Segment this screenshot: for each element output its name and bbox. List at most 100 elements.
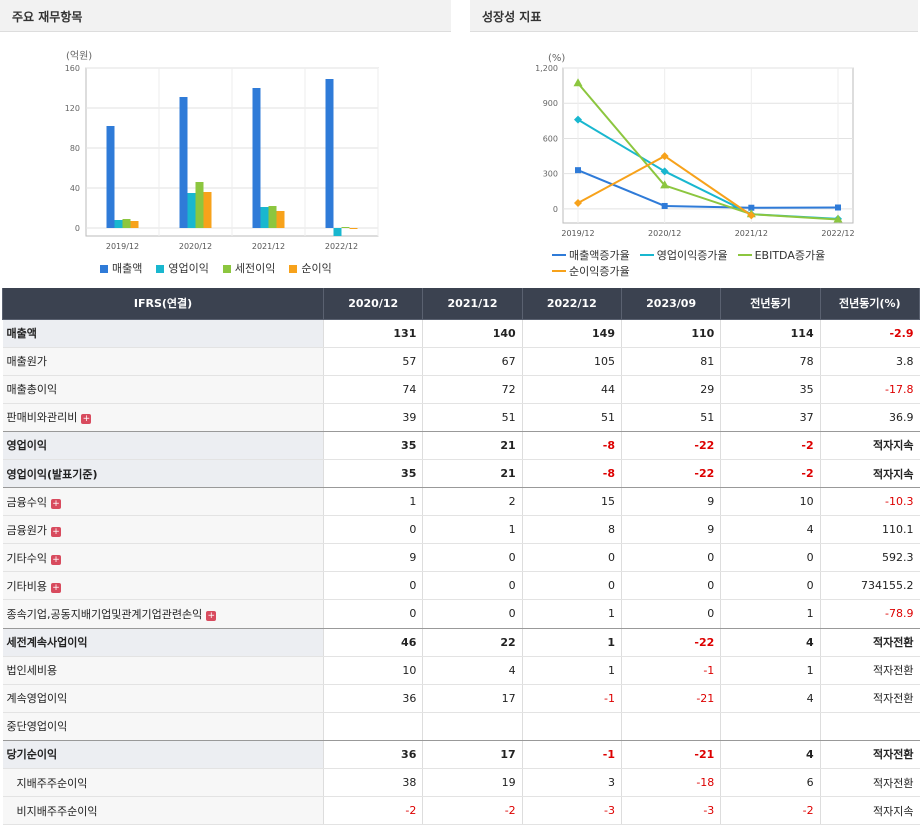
table-cell: 4 xyxy=(720,684,821,713)
table-cell: -1 xyxy=(521,740,622,770)
table-row: 기타비용 +0 0 0 0 0 734155.2 xyxy=(2,571,920,601)
bar-chart-legend: 매출액 영업이익 세전이익 순이익 xyxy=(100,260,346,276)
legend-swatch xyxy=(156,265,165,273)
table-cell: 0 xyxy=(620,599,721,629)
legend-label: 세전이익 xyxy=(234,262,276,275)
table-cell: -17.8 xyxy=(819,375,920,404)
table-cell: 4 xyxy=(720,515,821,545)
row-label-text: 법인세비용 xyxy=(6,664,58,678)
row-label: 매출총이익 xyxy=(2,375,324,404)
row-label-text: 금융수익 xyxy=(6,495,47,509)
table-row: 기타수익 +9 0 0 0 0 592.3 xyxy=(2,543,920,573)
table-cell: 적자전환 xyxy=(819,656,920,685)
legend-item: EBITDA증가율 xyxy=(737,247,825,263)
bar xyxy=(341,227,350,228)
table-cell: 1 xyxy=(521,628,622,657)
table-cell: 110 xyxy=(620,319,721,348)
table-row: 금융수익 +1 2 15 9 10 -10.3 xyxy=(2,487,920,517)
bar xyxy=(195,182,204,228)
expand-plus-icon[interactable]: + xyxy=(81,414,92,425)
legend-label: 영업이익증가율 xyxy=(656,249,728,262)
table-row: 판매비와관리비 +39 51 51 51 37 36.9 xyxy=(2,403,920,432)
table-cell: -18 xyxy=(620,768,721,798)
table-cell: -21 xyxy=(620,684,721,713)
table-cell: 적자전환 xyxy=(819,768,920,798)
legend-swatch xyxy=(639,254,654,256)
expand-plus-icon[interactable]: + xyxy=(50,526,61,537)
row-label-text: 매출액 xyxy=(6,327,37,341)
x-tick-label: 2020/12 xyxy=(648,229,681,238)
table-cell: 149 xyxy=(521,319,622,348)
column-header: 2022/12 xyxy=(521,288,622,320)
table-row: 영업이익 35 21 -8 -22 -2 적자지속 xyxy=(2,431,920,460)
line-chart-legend: 매출액증가율 영업이익증가율 EBITDA증가율순이익증가율 xyxy=(552,247,842,279)
table-cell: 29 xyxy=(620,375,721,404)
table-cell: 17 xyxy=(422,740,523,770)
row-label: 기타비용 + xyxy=(2,571,324,601)
table-cell: 78 xyxy=(720,347,821,376)
row-label-text: 매출총이익 xyxy=(6,383,58,397)
table-cell: -22 xyxy=(620,431,721,460)
legend-item: 매출액 xyxy=(100,260,142,276)
table-cell: 1 xyxy=(720,656,821,685)
bar xyxy=(268,206,277,228)
table-row: 종속기업,공동지배기업및관계기업관련손익 +0 0 1 0 1 -78.9 xyxy=(2,599,920,629)
legend-item: 매출액증가율 xyxy=(552,247,630,263)
table-cell: -2.9 xyxy=(819,319,920,348)
bar xyxy=(114,220,123,228)
table-cell: 36 xyxy=(323,684,423,713)
table-cell: 114 xyxy=(720,319,821,348)
table-row: 지배주주순이익 38 19 3 -18 6 적자전환 xyxy=(2,768,920,798)
expand-plus-icon[interactable]: + xyxy=(206,610,217,621)
panel-title-financial-items: 주요 재무항목 xyxy=(0,0,451,32)
expand-plus-icon[interactable]: + xyxy=(50,498,61,509)
table-cell: 35 xyxy=(323,431,423,460)
legend-item: 순이익증가율 xyxy=(552,263,630,279)
table-cell: 1 xyxy=(521,599,622,629)
row-label-text: 판매비와관리비 xyxy=(6,411,78,425)
table-cell: 140 xyxy=(422,319,523,348)
x-tick-label: 2020/12 xyxy=(179,242,212,251)
x-tick-label: 2022/12 xyxy=(325,242,358,251)
legend-label: 순이익 xyxy=(301,262,332,275)
table-cell: 21 xyxy=(422,459,523,489)
table-cell: -2 xyxy=(422,796,523,826)
legend-swatch xyxy=(289,265,298,273)
column-header: IFRS(연결) xyxy=(1,288,325,320)
growth-indicators-line-chart: 0 300 600 900 1,200 (%) 2019/12 2020/12 2021/12 2… xyxy=(468,33,920,283)
row-label-text: 지배주주순이익 xyxy=(16,776,88,790)
expand-plus-icon[interactable]: + xyxy=(50,554,61,565)
table-cell: -8 xyxy=(521,431,622,460)
table-cell: 8 xyxy=(521,515,622,545)
table-cell: 0 xyxy=(422,571,523,601)
table-cell: 적자전환 xyxy=(819,740,920,770)
bar xyxy=(130,221,139,228)
table-cell: 4 xyxy=(720,628,821,657)
row-label-text: 영업이익 xyxy=(6,439,47,453)
legend-swatch xyxy=(737,254,752,256)
bar xyxy=(203,192,212,228)
y-tick-label: 1,200 xyxy=(535,64,558,73)
expand-plus-icon[interactable]: + xyxy=(50,582,61,593)
table-cell xyxy=(422,712,523,741)
table-cell: -3 xyxy=(521,796,622,826)
y-tick-label: 120 xyxy=(65,104,80,113)
x-tick-label: 2021/12 xyxy=(735,229,768,238)
table-cell: 734155.2 xyxy=(819,571,920,601)
table-cell: 51 xyxy=(620,403,721,432)
table-cell: -21 xyxy=(620,740,721,770)
table-cell: -22 xyxy=(620,628,721,657)
table-row: 영업이익(발표기준) 35 21 -8 -22 -2 적자지속 xyxy=(2,459,920,489)
row-label: 금융수익 + xyxy=(2,487,324,517)
table-cell xyxy=(521,712,622,741)
legend-swatch xyxy=(552,254,566,256)
table-cell: 81 xyxy=(620,347,721,376)
row-label: 영업이익(발표기준) xyxy=(2,459,324,489)
table-cell: 9 xyxy=(620,487,721,517)
column-header: 2021/12 xyxy=(422,288,523,320)
table-cell: -10.3 xyxy=(819,487,920,517)
bar xyxy=(106,126,115,228)
bar xyxy=(122,219,131,228)
table-cell: 74 xyxy=(323,375,423,404)
table-cell: 57 xyxy=(323,347,423,376)
